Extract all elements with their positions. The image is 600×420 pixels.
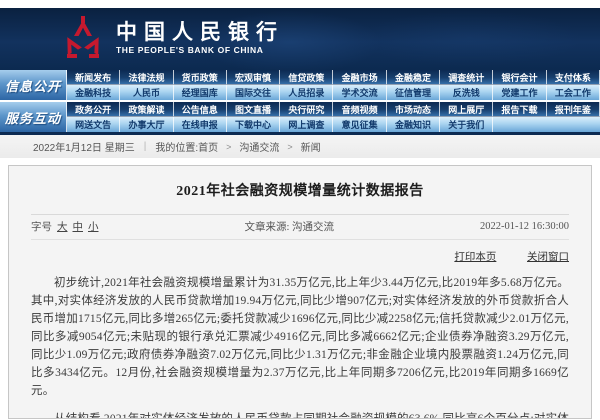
nav-item[interactable]: 经理国库	[174, 85, 227, 100]
nav-item[interactable]: 金融市场	[333, 70, 386, 85]
breadcrumb-page-link[interactable]: 新闻	[301, 139, 321, 154]
nav-item[interactable]: 意见征集	[333, 117, 386, 132]
nav-item[interactable]: 调查统计	[440, 70, 493, 85]
nav-item[interactable]: 学术交流	[333, 85, 386, 100]
font-size-large-link[interactable]: 大	[57, 222, 68, 233]
nav-item[interactable]: 信贷政策	[280, 70, 333, 85]
article-actions: 打印本页 关闭窗口	[31, 249, 569, 264]
nav-header-info-disclosure[interactable]: 信息公开	[0, 70, 67, 100]
font-size-control: 字号大中小	[31, 219, 99, 234]
nav-item[interactable]: 党建工作	[493, 85, 546, 100]
close-window-link[interactable]: 关闭窗口	[527, 252, 569, 263]
nav-filler	[493, 117, 546, 132]
nav-item[interactable]: 政策解读	[120, 102, 173, 117]
breadcrumb-section-link[interactable]: 沟通交流	[239, 139, 279, 154]
article-title: 2021年社会融资规模增量统计数据报告	[9, 166, 591, 200]
breadcrumb-home-link[interactable]: 首页	[198, 139, 218, 154]
nav-item[interactable]: 银行会计	[493, 70, 546, 85]
article-panel: 2021年社会融资规模增量统计数据报告 字号大中小 文章来源: 沟通交流 202…	[8, 165, 592, 419]
pboc-emblem-icon	[64, 16, 102, 60]
nav-item[interactable]: 金融科技	[67, 85, 120, 100]
breadcrumb-arrow-icon: >	[226, 142, 231, 152]
page: 中国人民银行 THE PEOPLE'S BANK OF CHINA 信息公开 新…	[0, 0, 600, 420]
font-size-medium-link[interactable]: 中	[73, 222, 84, 233]
nav-item[interactable]: 金融稳定	[387, 70, 440, 85]
font-size-label: 字号	[31, 222, 52, 233]
breadcrumb: 2022年1月12日 星期三 | 我的位置:首页 > 沟通交流 > 新闻	[0, 135, 600, 158]
nav-item[interactable]: 政务公开	[67, 102, 120, 117]
nav-item[interactable]: 工会工作	[547, 85, 600, 100]
article-paragraph-1: 初步统计,2021年社会融资规模增量累计为31.35万亿元,比上年少3.44万亿…	[31, 274, 569, 400]
nav-item[interactable]: 网上调查	[280, 117, 333, 132]
nav-item[interactable]: 国际交往	[227, 85, 280, 100]
breadcrumb-separator: |	[144, 141, 147, 152]
print-page-link[interactable]: 打印本页	[454, 252, 496, 263]
nav-item[interactable]: 图文直播	[227, 102, 280, 117]
bank-title-cn: 中国人民银行	[116, 20, 284, 44]
nav-item[interactable]: 音频视频	[333, 102, 386, 117]
site-banner: 中国人民银行 THE PEOPLE'S BANK OF CHINA	[0, 8, 600, 70]
bank-title-en: THE PEOPLE'S BANK OF CHINA	[116, 44, 284, 56]
nav-item[interactable]: 宏观审慎	[227, 70, 280, 85]
nav-item[interactable]: 法律法规	[120, 70, 173, 85]
breadcrumb-location-label: 我的位置:	[155, 139, 198, 154]
source-value: 沟通交流	[292, 222, 334, 233]
nav-item[interactable]: 反洗钱	[440, 85, 493, 100]
nav-item[interactable]: 在线申报	[174, 117, 227, 132]
article-meta-row: 字号大中小 文章来源: 沟通交流 2022-01-12 16:30:00	[31, 215, 569, 240]
nav-item[interactable]: 报告下载	[493, 102, 546, 117]
nav-filler	[547, 117, 600, 132]
nav-item[interactable]: 市场动态	[387, 102, 440, 117]
breadcrumb-date: 2022年1月12日 星期三	[33, 139, 135, 154]
nav-item[interactable]: 网上展厅	[440, 102, 493, 117]
nav-item[interactable]: 办事大厅	[120, 117, 173, 132]
article-datetime: 2022-01-12 16:30:00	[480, 221, 569, 232]
breadcrumb-arrow-icon: >	[287, 142, 292, 152]
nav-section-service: 服务互动 政务公开 政策解读 公告信息 图文直播 央行研究 音频视频 市场动态 …	[0, 102, 600, 132]
nav-item[interactable]: 关于我们	[440, 117, 493, 132]
nav-header-service-interaction[interactable]: 服务互动	[0, 102, 67, 132]
nav-item[interactable]: 支付体系	[547, 70, 600, 85]
top-strip	[0, 0, 600, 8]
nav-item[interactable]: 人民币	[120, 85, 173, 100]
nav-item[interactable]: 公告信息	[174, 102, 227, 117]
nav-item[interactable]: 金融知识	[387, 117, 440, 132]
nav-item[interactable]: 货币政策	[174, 70, 227, 85]
source-label: 文章来源:	[245, 222, 290, 233]
article-source: 文章来源: 沟通交流	[245, 219, 335, 234]
nav-item[interactable]: 报刊年鉴	[547, 102, 600, 117]
nav-item[interactable]: 央行研究	[280, 102, 333, 117]
nav-item[interactable]: 网送文告	[67, 117, 120, 132]
pboc-logo[interactable]: 中国人民银行 THE PEOPLE'S BANK OF CHINA	[64, 16, 284, 60]
main-nav: 信息公开 新闻发布 法律法规 货币政策 宏观审慎 信贷政策 金融市场 金融稳定 …	[0, 70, 600, 135]
nav-item[interactable]: 下载中心	[227, 117, 280, 132]
nav-item[interactable]: 征信管理	[387, 85, 440, 100]
nav-item[interactable]: 人员招录	[280, 85, 333, 100]
nav-section-info: 信息公开 新闻发布 法律法规 货币政策 宏观审慎 信贷政策 金融市场 金融稳定 …	[0, 70, 600, 100]
nav-item[interactable]: 新闻发布	[67, 70, 120, 85]
font-size-small-link[interactable]: 小	[88, 222, 99, 233]
article-paragraph-2: 从结构看,2021年对实体经济发放的人民币贷款占同期社会融资规模的63.6%,同…	[31, 410, 569, 419]
